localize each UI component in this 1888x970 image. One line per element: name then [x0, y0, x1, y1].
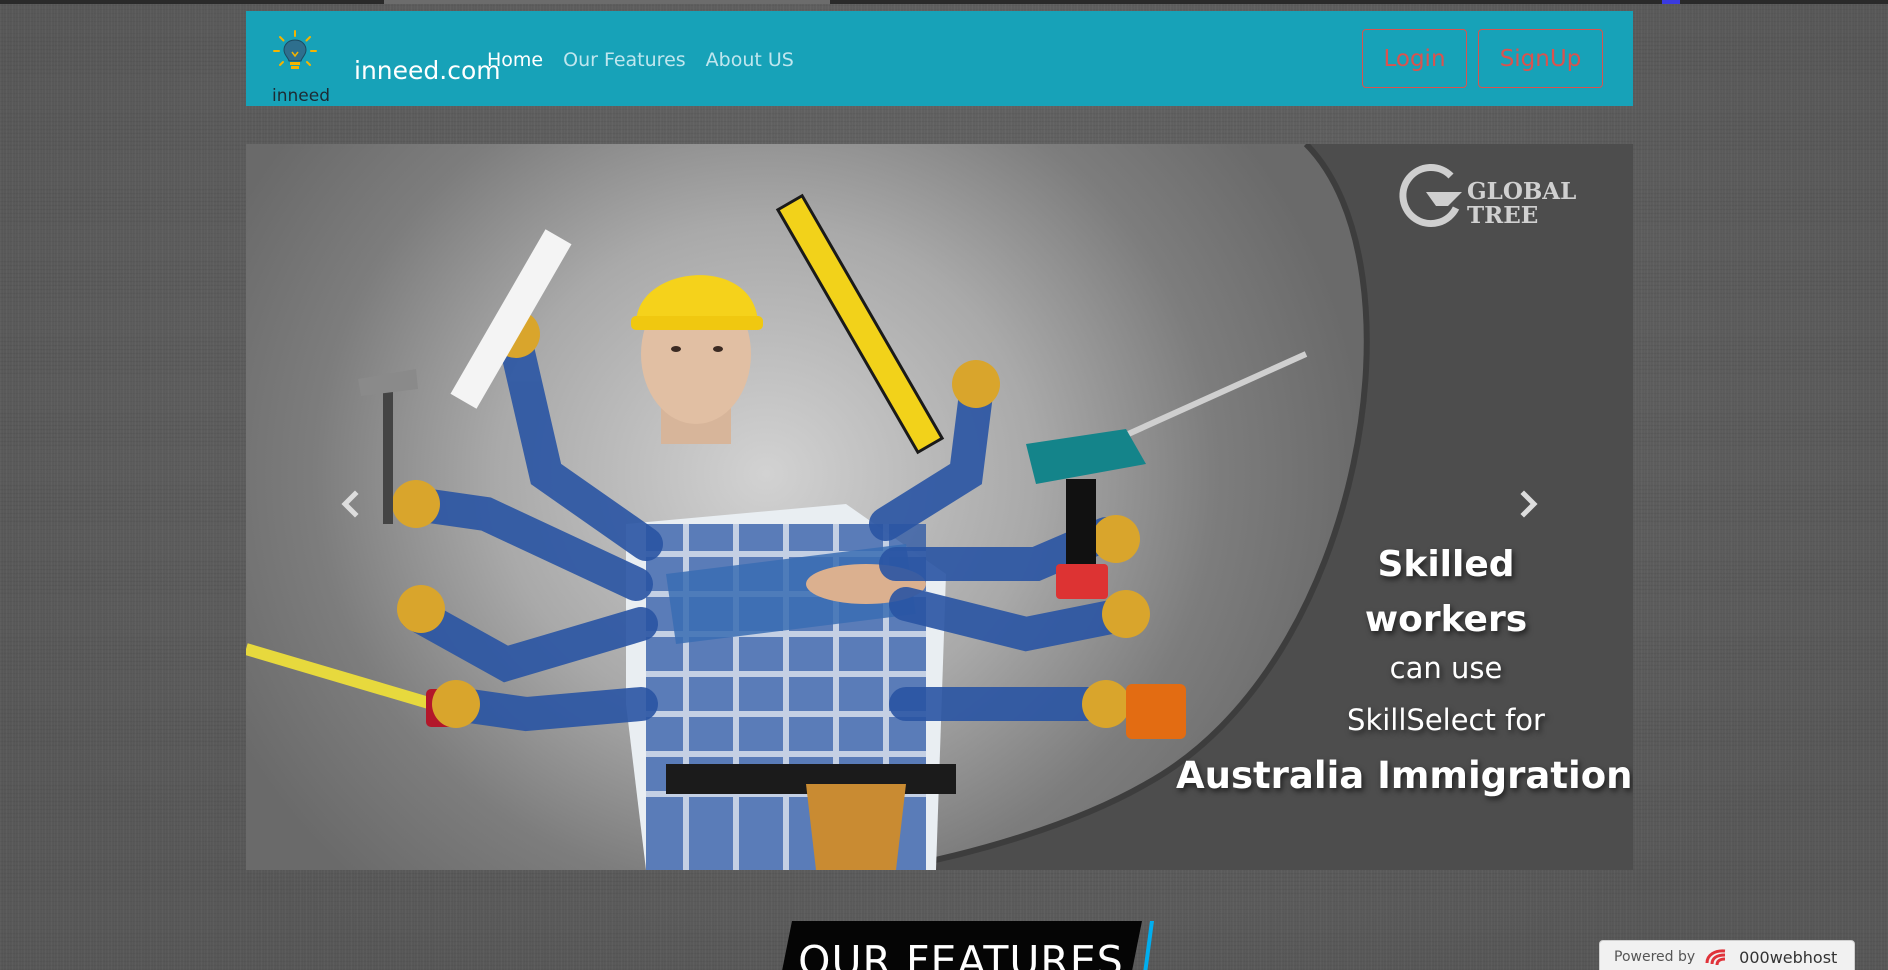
brand-name: inneed.com	[354, 56, 501, 85]
hero-carousel: GLOBAL TREE Skilled workers can use Skil…	[246, 144, 1633, 870]
top-strip-mark	[384, 0, 830, 4]
webhost-name: 000webhost	[1739, 947, 1838, 967]
powered-by-label: Powered by	[1614, 949, 1696, 965]
features-heading: OUR FEATURES	[798, 937, 1124, 970]
caption-line-5: Australia Immigration	[1176, 754, 1633, 797]
slide-caption: Skilled workers can use SkillSelect for …	[246, 144, 1633, 870]
nav-link-home[interactable]: Home	[487, 47, 543, 75]
carousel-next-button[interactable]	[1509, 484, 1549, 524]
navbar: inneed inneed.com Home Our Features Abou…	[246, 11, 1633, 106]
webhost-logo-icon	[1705, 949, 1726, 966]
features-heading-accent	[1142, 921, 1154, 970]
chevron-right-icon	[1520, 490, 1538, 518]
brand-logo-text: inneed	[272, 86, 330, 106]
nav-links: Home Our Features About US	[487, 47, 794, 75]
powered-by-badge[interactable]: Powered by 000webhost	[1599, 940, 1855, 970]
browser-top-strip	[0, 0, 1888, 4]
caption-line-3: can use	[1389, 651, 1503, 685]
caption-line-4: SkillSelect for	[1347, 703, 1545, 737]
login-button[interactable]: Login	[1362, 29, 1467, 88]
caption-line-1: Skilled	[1377, 544, 1515, 585]
top-strip-blue-mark	[1662, 0, 1680, 4]
features-heading-banner: OUR FEATURES	[780, 921, 1154, 970]
carousel-prev-button[interactable]	[330, 484, 370, 524]
lightbulb-icon	[273, 30, 317, 69]
signup-button[interactable]: SignUp	[1478, 29, 1603, 88]
chevron-left-icon	[341, 490, 359, 518]
nav-link-our-features[interactable]: Our Features	[563, 47, 686, 75]
brand-logo-link[interactable]: inneed inneed.com	[272, 29, 501, 105]
caption-line-2: workers	[1364, 599, 1528, 640]
nav-link-about-us[interactable]: About US	[706, 47, 794, 75]
